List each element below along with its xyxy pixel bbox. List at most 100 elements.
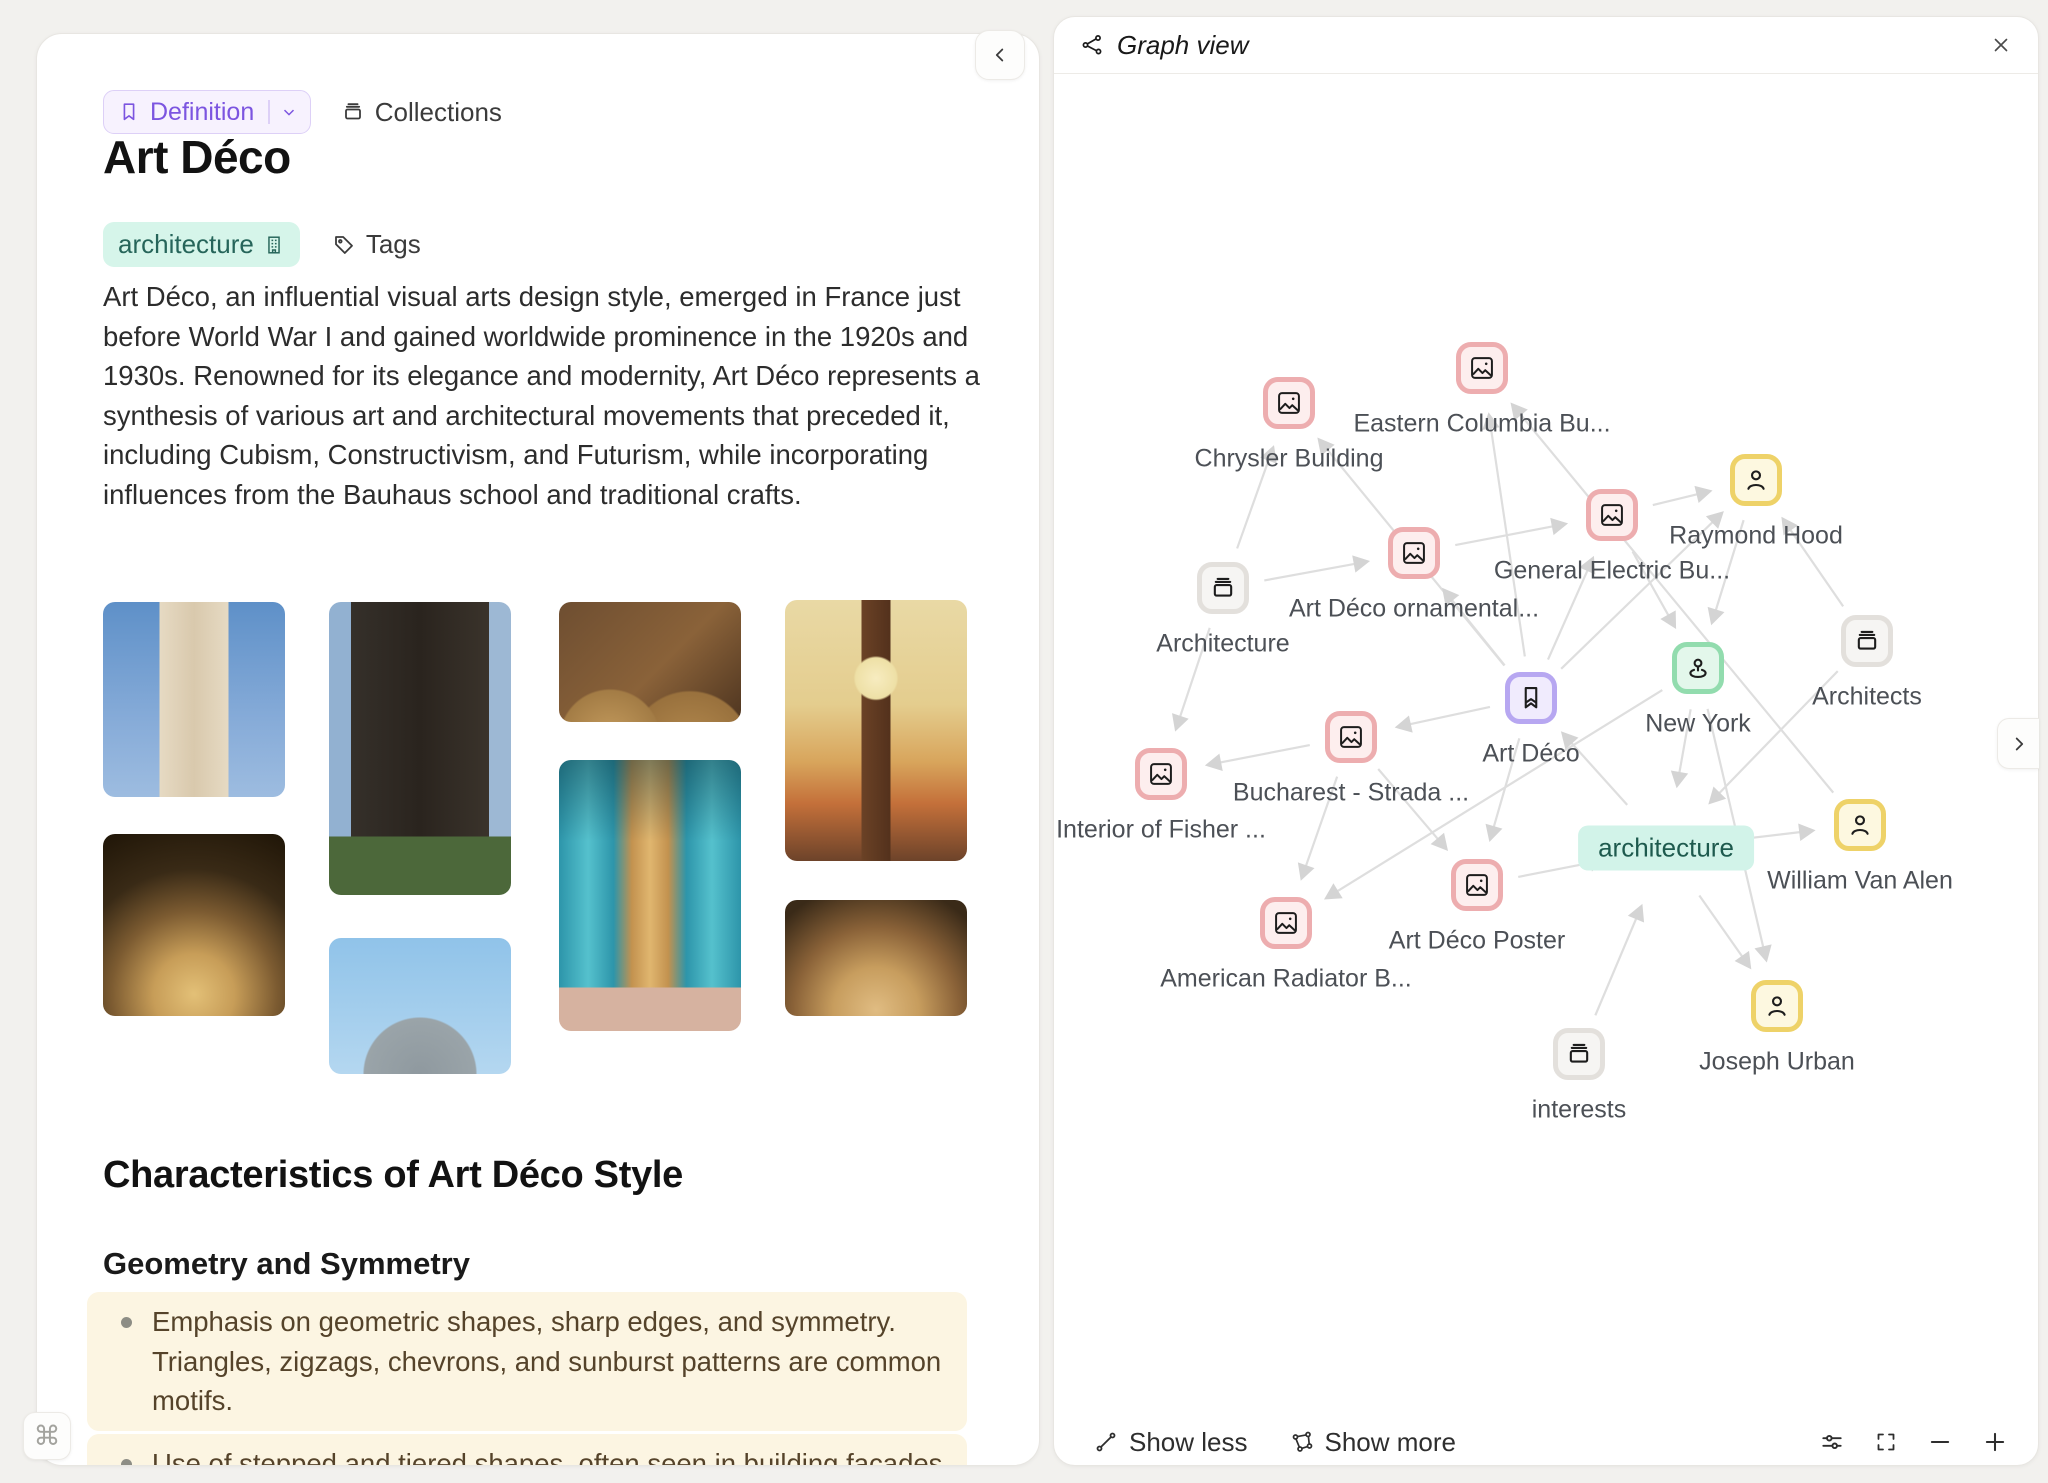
graph-node-eastern-columbia[interactable] <box>1456 342 1508 394</box>
collection-icon <box>1209 574 1237 602</box>
graph-node-general-electric[interactable] <box>1586 489 1638 541</box>
collapse-panel-button[interactable] <box>975 30 1025 80</box>
collection-icon <box>1565 1040 1593 1068</box>
zoom-in-button[interactable] <box>1982 1429 2008 1455</box>
graph-node-william-van-alen[interactable] <box>1834 799 1886 851</box>
graph-view-icon <box>1080 33 1104 57</box>
graph-node-label-william-van-alen: William Van Alen <box>1767 867 1953 896</box>
graph-node-art-deco-poster[interactable] <box>1451 859 1503 911</box>
tag-architecture[interactable]: architecture <box>103 222 300 267</box>
artdeco-poster-sunburst-city[interactable] <box>785 600 967 861</box>
collection-icon <box>1853 627 1881 655</box>
body-paragraph[interactable]: Art Déco, an influential visual arts des… <box>103 277 985 514</box>
graph-view-header: Graph view <box>1054 17 2038 74</box>
graph-edge-ornamental--general-electric <box>1455 524 1565 545</box>
image-icon <box>1275 389 1303 417</box>
graph-node-american-radiator[interactable] <box>1260 897 1312 949</box>
app-window: Definition Collections Art Déco architec… <box>0 0 2048 1483</box>
tags-button[interactable]: Tags <box>332 229 421 260</box>
graph-view-title: Graph view <box>1117 30 1249 61</box>
graph-settings-button[interactable] <box>1819 1429 1845 1455</box>
artdeco-photo-arch-interior[interactable] <box>785 900 967 1016</box>
tag-row: architecture Tags <box>103 222 421 267</box>
graph-node-label-raymond-hood: Raymond Hood <box>1669 522 1843 551</box>
chevron-right-icon <box>2008 733 2030 755</box>
bullet-dot <box>121 1459 132 1466</box>
highlighted-bullet-2[interactable]: Use of stepped and tiered shapes, often … <box>87 1434 967 1466</box>
graph-node-label-american-radiator: American Radiator B... <box>1160 965 1412 994</box>
graph-edge-architecture-collection--ornamental <box>1264 562 1366 581</box>
tags-label: Tags <box>366 229 421 260</box>
location-icon <box>1684 654 1712 682</box>
plus-icon <box>1982 1429 2008 1455</box>
graph-node-interior-fisher[interactable] <box>1135 748 1187 800</box>
artdeco-photo-gold-fan-ornament[interactable] <box>103 834 285 1016</box>
image-icon <box>1337 723 1365 751</box>
image-icon <box>1147 760 1175 788</box>
tag-architecture-label: architecture <box>118 229 254 260</box>
image-icon <box>1463 871 1491 899</box>
tag-icon <box>332 233 356 257</box>
graph-node-raymond-hood[interactable] <box>1730 454 1782 506</box>
show-less-label: Show less <box>1129 1427 1248 1458</box>
collections-icon <box>341 100 365 124</box>
graph-node-label-architects: Architects <box>1812 683 1922 712</box>
collections-button[interactable]: Collections <box>341 97 502 128</box>
graph-node-ornamental[interactable] <box>1388 527 1440 579</box>
image-icon <box>1272 909 1300 937</box>
show-less-icon <box>1094 1430 1118 1454</box>
graph-node-label-new-york: New York <box>1645 710 1751 739</box>
expand-panel-tab[interactable] <box>1997 718 2039 769</box>
chevron-left-icon <box>989 44 1011 66</box>
person-icon <box>1742 466 1770 494</box>
graph-node-new-york[interactable] <box>1672 642 1724 694</box>
graph-node-bucharest[interactable] <box>1325 711 1377 763</box>
artdeco-photo-white-tower[interactable] <box>103 602 285 797</box>
graph-node-label-eastern-columbia: Eastern Columbia Bu... <box>1353 410 1610 439</box>
object-type-row: Definition Collections <box>103 90 502 134</box>
artdeco-photo-black-gold-skyscraper[interactable] <box>329 602 511 895</box>
sliders-icon <box>1819 1429 1845 1455</box>
section-heading[interactable]: Characteristics of Art Déco Style <box>103 1154 683 1197</box>
command-key-glyph: ⌘ <box>34 1421 61 1452</box>
graph-node-label-joseph-urban: Joseph Urban <box>1699 1048 1855 1077</box>
image-icon <box>1598 501 1626 529</box>
subsection-heading[interactable]: Geometry and Symmetry <box>103 1246 470 1282</box>
building-icon <box>263 234 285 256</box>
document-panel: Definition Collections Art Déco architec… <box>36 33 1040 1466</box>
zoom-out-button[interactable] <box>1927 1429 1953 1455</box>
graph-controls <box>1819 1429 2008 1455</box>
graph-canvas[interactable]: Chrysler Building Eastern Columbia Bu... G… <box>1054 74 2038 1465</box>
graph-node-art-deco[interactable] <box>1505 672 1557 724</box>
bookmark-icon <box>118 101 140 123</box>
chevron-down-icon[interactable] <box>280 103 298 121</box>
artdeco-photo-cathedral-spire[interactable] <box>329 938 511 1074</box>
graph-node-architects[interactable] <box>1841 615 1893 667</box>
highlighted-bullet-1[interactable]: Emphasis on geometric shapes, sharp edge… <box>87 1292 967 1431</box>
artdeco-photo-teal-lobby-interior[interactable] <box>559 760 741 1031</box>
show-less-button[interactable]: Show less <box>1094 1427 1248 1458</box>
close-graph-button[interactable] <box>1990 34 2012 56</box>
command-menu-button[interactable]: ⌘ <box>23 1412 71 1460</box>
graph-node-chrysler[interactable] <box>1263 377 1315 429</box>
graph-node-interests[interactable] <box>1553 1028 1605 1080</box>
fullscreen-icon <box>1874 1430 1898 1454</box>
graph-node-architecture-collection[interactable] <box>1197 562 1249 614</box>
graph-node-label-chrysler: Chrysler Building <box>1195 445 1384 474</box>
object-type-label: Definition <box>150 98 254 127</box>
show-more-button[interactable]: Show more <box>1290 1427 1457 1458</box>
pill-divider <box>268 100 270 124</box>
graph-edge-general-electric--raymond-hood <box>1653 491 1710 505</box>
graph-node-label-general-electric: General Electric Bu... <box>1494 557 1730 586</box>
graph-node-joseph-urban[interactable] <box>1751 980 1803 1032</box>
graph-node-label-bucharest: Bucharest - Strada ... <box>1233 779 1469 808</box>
artdeco-photo-bronze-arches[interactable] <box>559 602 741 722</box>
fullscreen-button[interactable] <box>1874 1430 1898 1454</box>
graph-edge-interests--architecture-tag <box>1595 907 1641 1015</box>
object-type-pill[interactable]: Definition <box>103 90 311 134</box>
graph-node-architecture-tag[interactable]: architecture <box>1578 826 1754 871</box>
graph-edges <box>1054 74 2038 1465</box>
image-icon <box>1400 539 1428 567</box>
graph-node-label-interior-fisher: Interior of Fisher ... <box>1056 816 1266 845</box>
page-title[interactable]: Art Déco <box>103 130 291 184</box>
